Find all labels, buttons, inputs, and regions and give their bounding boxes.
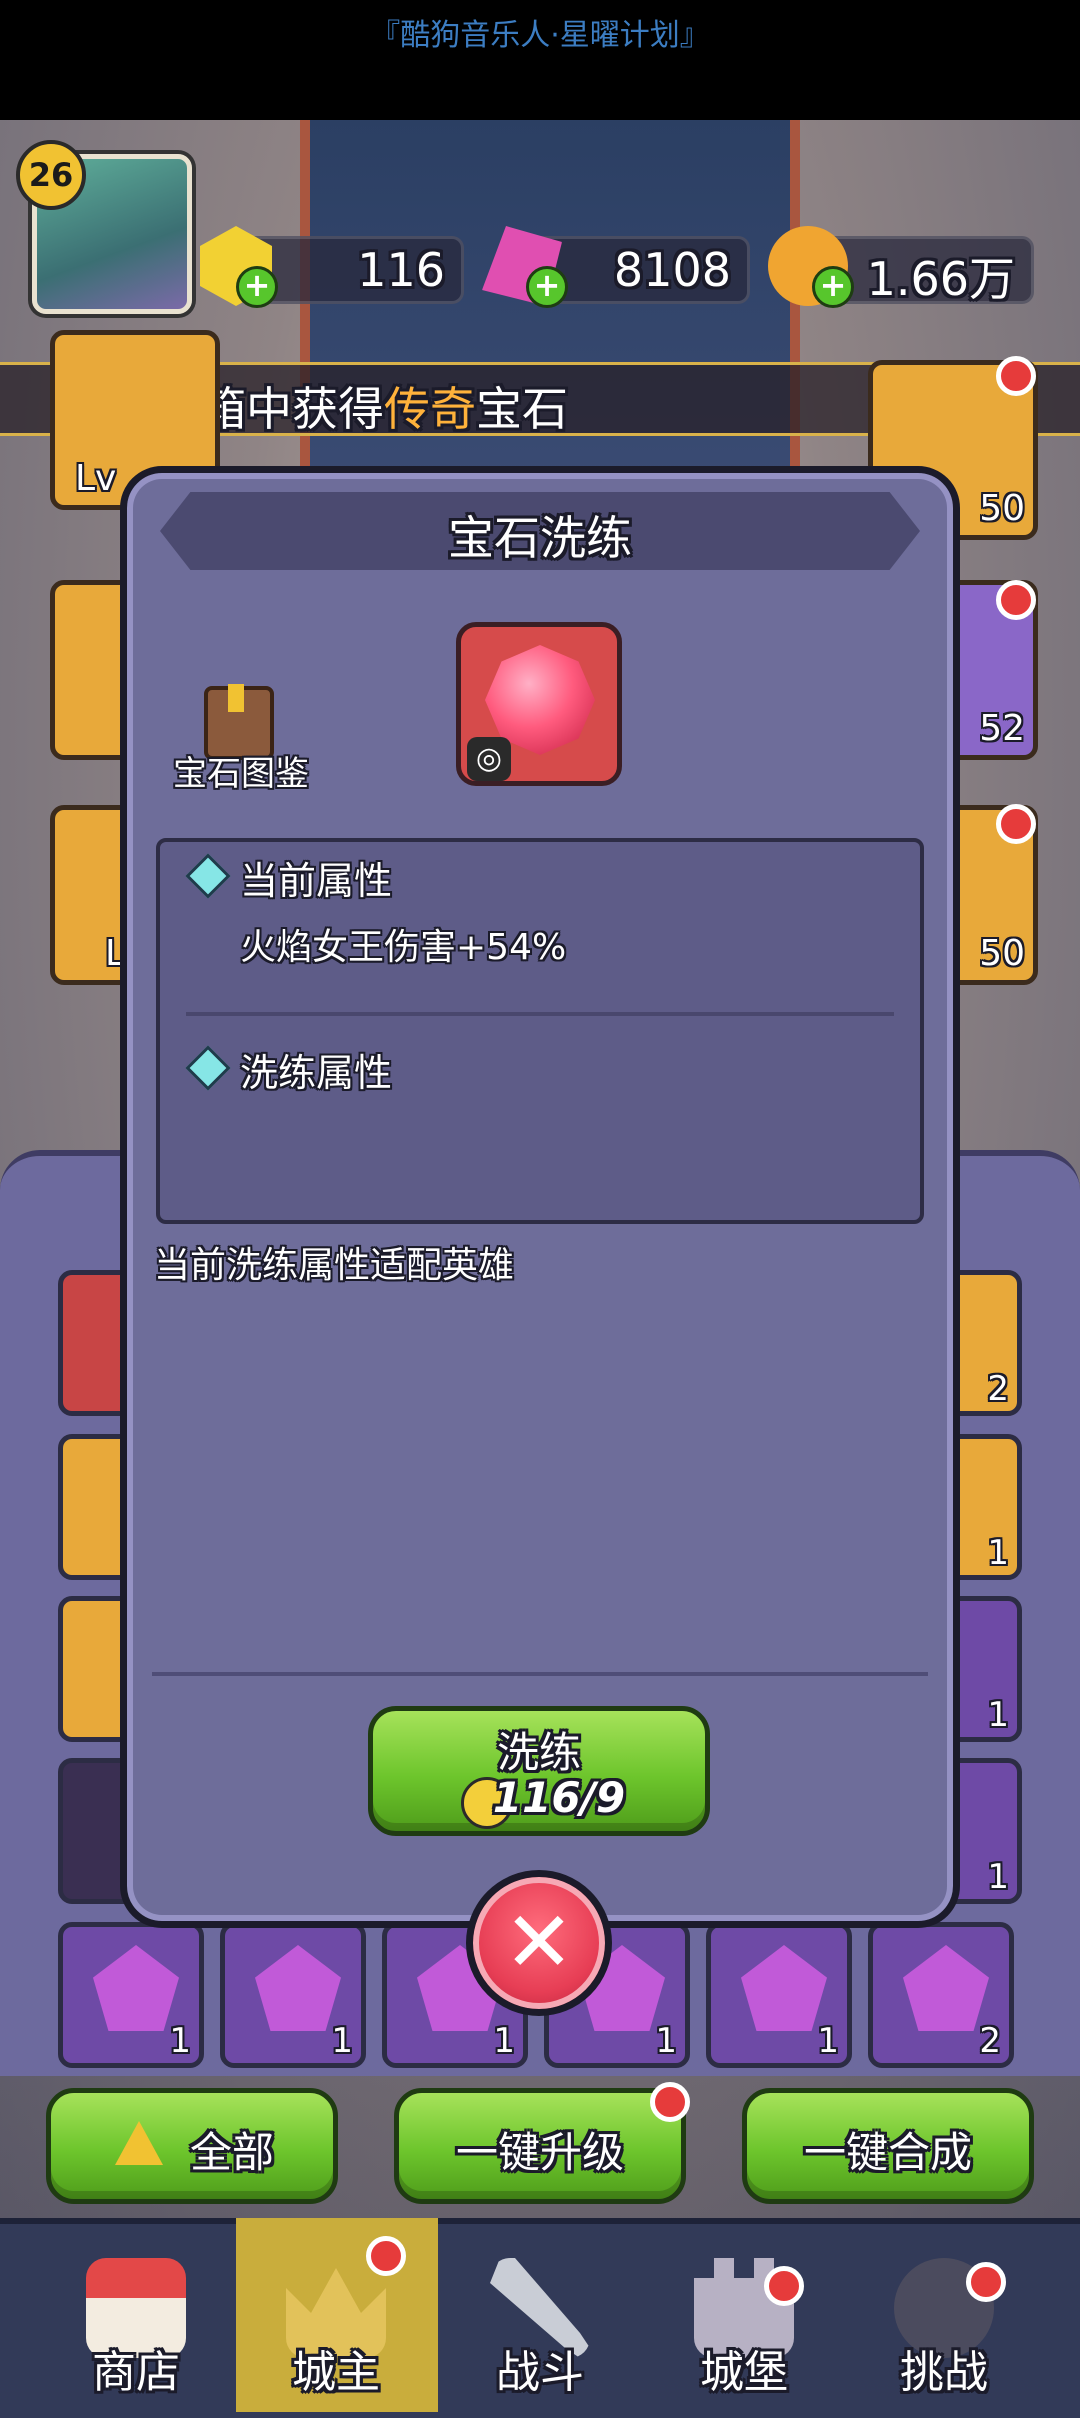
current-attr-header: 当前属性 bbox=[240, 859, 393, 903]
notification-dot bbox=[996, 356, 1036, 396]
attr-divider bbox=[186, 1012, 894, 1016]
gem-slot[interactable]: 1 bbox=[220, 1922, 366, 2068]
nav-lord[interactable]: 城主 bbox=[236, 2218, 436, 2412]
resource-value: 8108 bbox=[613, 243, 731, 297]
current-attr-value: 火焰女王伤害+54% bbox=[240, 927, 567, 968]
codex-label: 宝石图鉴 bbox=[173, 754, 309, 794]
nav-label: 城主 bbox=[292, 2347, 380, 2398]
add-yellow-gem-button[interactable]: + bbox=[236, 266, 278, 308]
notification-dot bbox=[966, 2262, 1006, 2302]
nav-challenge[interactable]: 挑战 bbox=[844, 2218, 1044, 2412]
add-pink-gem-button[interactable]: + bbox=[526, 266, 568, 308]
banner-suffix: 宝石 bbox=[476, 382, 568, 436]
gem-count: 1 bbox=[493, 2021, 515, 2061]
nav-label: 挑战 bbox=[900, 2347, 988, 2398]
purple-gem-icon bbox=[741, 1945, 827, 2031]
nav-label: 城堡 bbox=[700, 2347, 788, 2398]
purple-gem-icon bbox=[93, 1945, 179, 2031]
gem-count: 2 bbox=[979, 2021, 1001, 2061]
gem-count: 1 bbox=[987, 1857, 1009, 1897]
gem-slot[interactable]: 2 bbox=[868, 1922, 1014, 2068]
refine-button-label: 洗练 bbox=[496, 1728, 581, 1777]
gem-count: 1 bbox=[817, 2021, 839, 2061]
notification-dot bbox=[996, 580, 1036, 620]
banner-highlight: 传奇 bbox=[384, 382, 476, 436]
slot-level: 50 bbox=[979, 488, 1025, 529]
gem-count: 1 bbox=[169, 2021, 191, 2061]
dialog-title: 宝石洗练 bbox=[448, 511, 632, 565]
resource-value: 116 bbox=[357, 243, 445, 297]
nav-castle[interactable]: 城堡 bbox=[644, 2218, 844, 2412]
slot-label: Lv bbox=[75, 458, 117, 499]
button-label: 一键合成 bbox=[803, 2128, 972, 2177]
notification-dot bbox=[764, 2266, 804, 2306]
status-bar: 『酷狗音乐人·星曜计划』 bbox=[0, 0, 1080, 120]
refine-attr-header: 洗练属性 bbox=[240, 1051, 393, 1095]
notification-dot bbox=[366, 2236, 406, 2276]
gem-count: 1 bbox=[331, 2021, 353, 2061]
slot-level: 50 bbox=[979, 933, 1025, 974]
nav-label: 商店 bbox=[92, 2347, 180, 2398]
merge-all-button[interactable]: 一键合成 bbox=[742, 2088, 1034, 2204]
close-icon: ✕ bbox=[503, 1893, 575, 1991]
notification-dot bbox=[996, 804, 1036, 844]
ring-icon: ◎ bbox=[467, 737, 511, 781]
refine-cost: 116/9 bbox=[492, 1773, 626, 1822]
gem-count: 2 bbox=[987, 1369, 1009, 1409]
button-label: 全部 bbox=[189, 2128, 274, 2177]
gem-count: 1 bbox=[987, 1533, 1009, 1573]
selected-gem: ◎ bbox=[456, 622, 622, 786]
footer-divider bbox=[152, 1672, 928, 1676]
purple-gem-icon bbox=[903, 1945, 989, 2031]
refine-button[interactable]: 洗练 116/9 bbox=[368, 1706, 710, 1836]
player-level-badge: 26 bbox=[16, 140, 86, 210]
button-label: 一键升级 bbox=[455, 2128, 624, 2177]
nav-label: 战斗 bbox=[496, 2347, 584, 2398]
gem-count: 1 bbox=[987, 1695, 1009, 1735]
gem-codex-button[interactable]: 宝石图鉴 bbox=[166, 680, 316, 800]
slot-level: 52 bbox=[979, 708, 1025, 749]
notification-dot bbox=[650, 2082, 690, 2122]
add-gold-button[interactable]: + bbox=[812, 266, 854, 308]
gem-count: 1 bbox=[655, 2021, 677, 2061]
purple-gem-icon bbox=[255, 1945, 341, 2031]
nav-battle[interactable]: 战斗 bbox=[440, 2218, 640, 2412]
refine-hint: 当前洗练属性适配英雄 bbox=[154, 1245, 515, 1286]
nav-shop[interactable]: 商店 bbox=[36, 2218, 236, 2412]
gem-slot[interactable]: 1 bbox=[706, 1922, 852, 2068]
status-caption: 『酷狗音乐人·星曜计划』 bbox=[370, 18, 710, 53]
close-button[interactable]: ✕ bbox=[466, 1870, 612, 2016]
resource-value: 1.66万 bbox=[866, 252, 1015, 306]
filter-all-button[interactable]: 全部 bbox=[46, 2088, 338, 2204]
gem-slot[interactable]: 1 bbox=[58, 1922, 204, 2068]
dialog-title-bar: 宝石洗练 bbox=[160, 492, 920, 570]
upgrade-all-button[interactable]: 一键升级 bbox=[394, 2088, 686, 2204]
